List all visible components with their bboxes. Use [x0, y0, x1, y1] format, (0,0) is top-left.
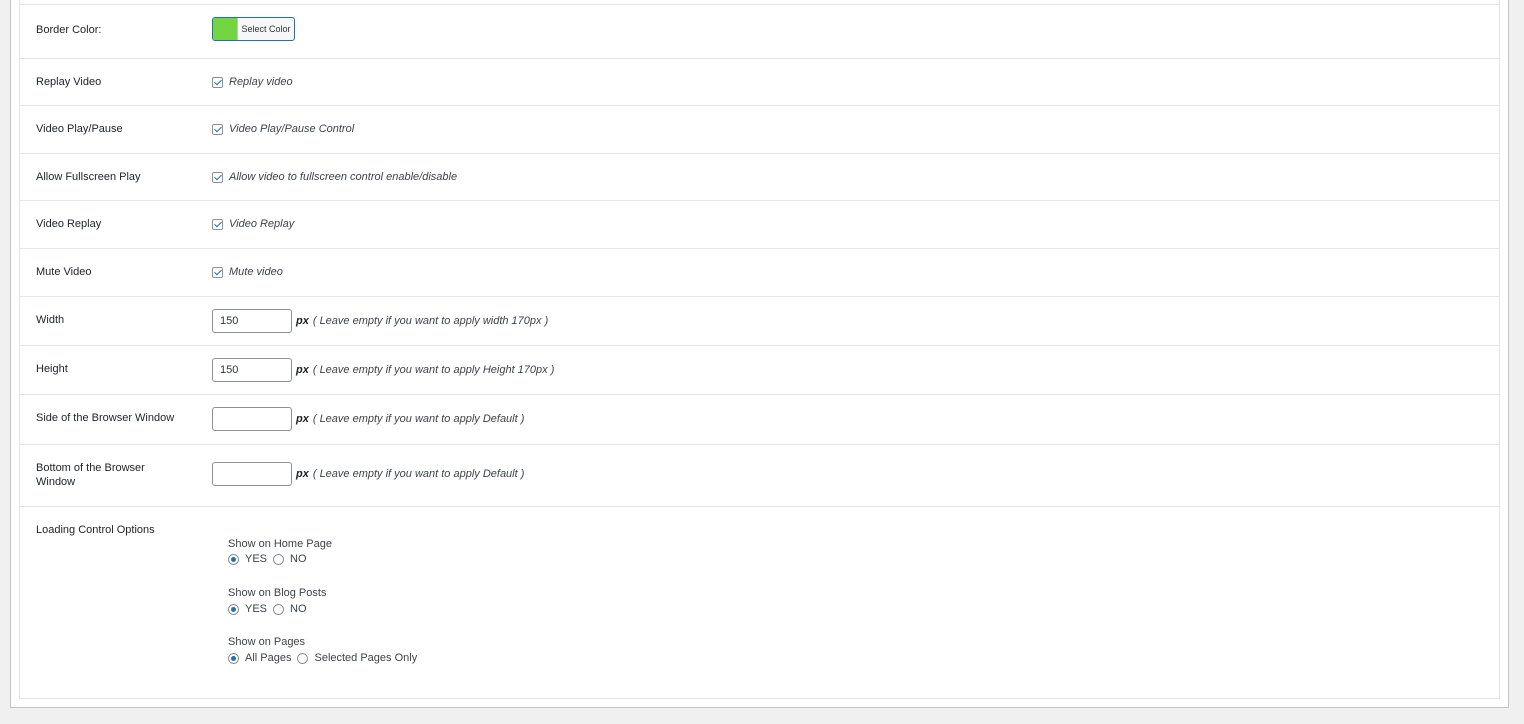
border-color-label: Border Color: [36, 24, 102, 36]
pages-all-label: All Pages [245, 652, 292, 664]
height-hint: ( Leave empty if you want to apply Heigh… [312, 364, 555, 376]
row-height: Height px ( Leave empty if you want to a… [19, 346, 1500, 395]
height-unit: px [296, 364, 309, 376]
allow-fullscreen-label: Allow Fullscreen Play [36, 171, 141, 183]
side-browser-label: Side of the Browser Window [36, 412, 175, 424]
row-video-replay: Video Replay Video Replay [19, 201, 1500, 249]
blog-posts-yes-label: YES [245, 603, 268, 615]
color-swatch [213, 18, 237, 40]
width-input[interactable] [212, 309, 292, 333]
side-browser-hint: ( Leave empty if you want to apply Defau… [312, 413, 525, 425]
blog-posts-yes-radio[interactable] [228, 603, 239, 615]
bottom-browser-hint: ( Leave empty if you want to apply Defau… [312, 468, 525, 480]
width-unit: px [296, 315, 309, 327]
home-page-no-label: NO [290, 553, 307, 565]
video-play-pause-checkbox[interactable] [212, 123, 223, 135]
bottom-browser-input[interactable] [212, 462, 292, 486]
row-border-color: Border Color: Select Color [19, 4, 1500, 59]
side-browser-input[interactable] [212, 407, 292, 431]
select-color-button[interactable]: Select Color [212, 17, 295, 41]
row-width: Width px ( Leave empty if you want to ap… [19, 297, 1500, 346]
video-play-pause-label: Video Play/Pause [36, 123, 123, 135]
home-page-no-radio[interactable] [273, 553, 285, 565]
row-video-play-pause: Video Play/Pause Video Play/Pause Contro… [19, 106, 1500, 154]
bottom-browser-unit: px [296, 468, 309, 480]
video-replay-desc: Video Replay [229, 218, 295, 230]
blog-posts-options: YES NO [228, 603, 313, 615]
blog-posts-title: Show on Blog Posts [228, 587, 327, 599]
row-allow-fullscreen: Allow Fullscreen Play Allow video to ful… [19, 154, 1500, 201]
pages-selected-radio[interactable] [297, 652, 309, 664]
replay-video-checkbox[interactable] [212, 76, 223, 88]
bottom-browser-label: Bottom of the Browser Window [36, 462, 145, 488]
row-side-browser: Side of the Browser Window px ( Leave em… [19, 395, 1500, 445]
blog-posts-no-radio[interactable] [273, 603, 285, 615]
pages-all-radio[interactable] [228, 652, 239, 664]
loading-control-label: Loading Control Options [36, 524, 155, 536]
video-replay-label: Video Replay [36, 218, 102, 230]
pages-title: Show on Pages [228, 636, 306, 648]
height-input[interactable] [212, 358, 292, 382]
pages-selected-label: Selected Pages Only [314, 652, 418, 664]
allow-fullscreen-desc: Allow video to fullscreen control enable… [229, 171, 458, 183]
row-mute-video: Mute Video Mute video [19, 249, 1500, 297]
video-replay-checkbox[interactable] [212, 218, 223, 230]
height-label: Height [36, 363, 68, 375]
allow-fullscreen-checkbox[interactable] [212, 171, 223, 183]
mute-video-desc: Mute video [229, 266, 283, 278]
mute-video-checkbox[interactable] [212, 266, 223, 278]
video-play-pause-desc: Video Play/Pause Control [229, 123, 355, 135]
blog-posts-no-label: NO [290, 603, 307, 615]
row-bottom-browser: Bottom of the Browser Window px ( Leave … [19, 445, 1500, 507]
width-hint: ( Leave empty if you want to apply width… [312, 315, 549, 327]
home-page-yes-radio[interactable] [228, 553, 239, 565]
home-page-yes-label: YES [245, 553, 268, 565]
width-label: Width [36, 314, 65, 326]
row-replay-video: Replay Video Replay video [19, 59, 1500, 106]
side-browser-unit: px [296, 413, 309, 425]
replay-video-label: Replay Video [36, 76, 102, 88]
pages-options: All Pages Selected Pages Only [228, 652, 423, 664]
home-page-title: Show on Home Page [228, 538, 332, 550]
select-color-label: Select Color [237, 18, 294, 40]
mute-video-label: Mute Video [36, 266, 92, 278]
home-page-options: YES NO [228, 553, 313, 565]
replay-video-desc: Replay video [229, 76, 293, 88]
